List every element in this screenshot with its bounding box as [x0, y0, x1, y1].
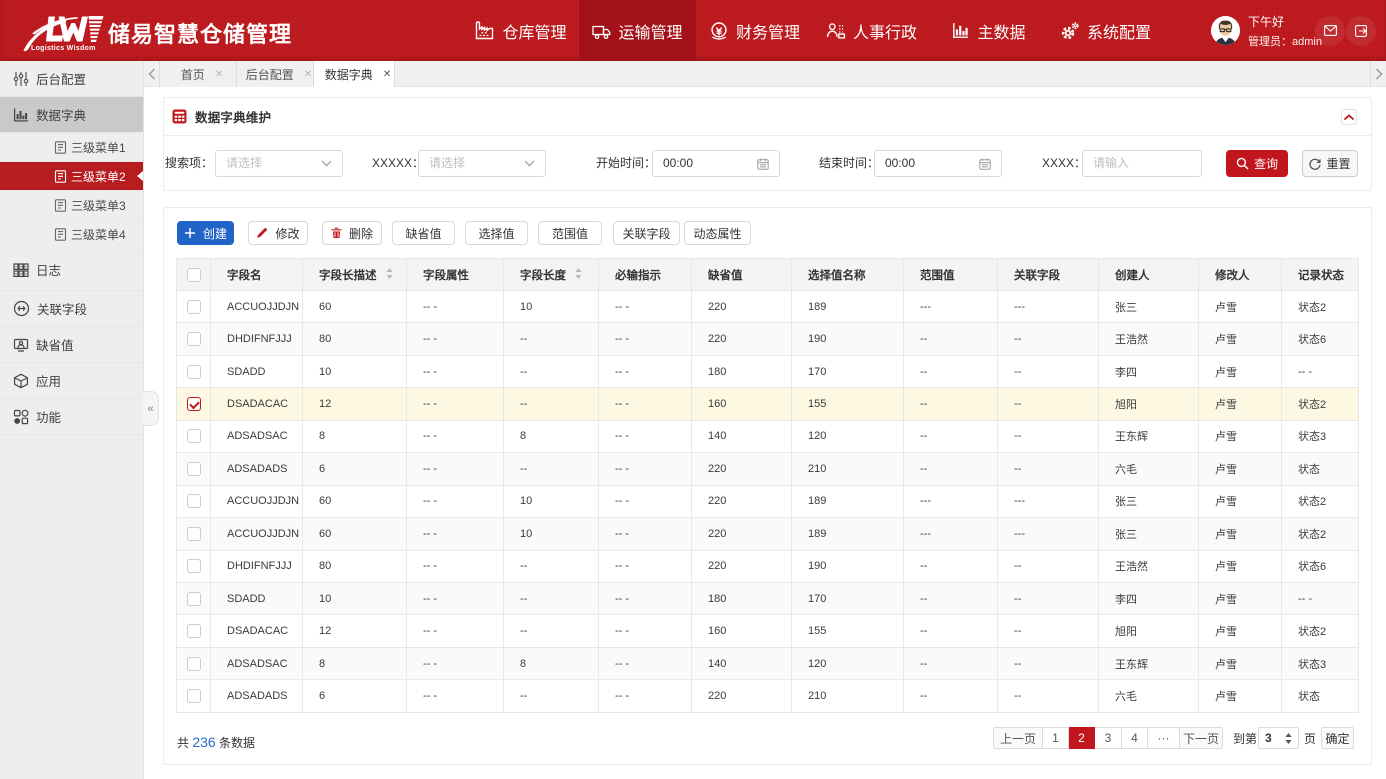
- svg-text:Logistics Wisdom: Logistics Wisdom: [31, 45, 96, 52]
